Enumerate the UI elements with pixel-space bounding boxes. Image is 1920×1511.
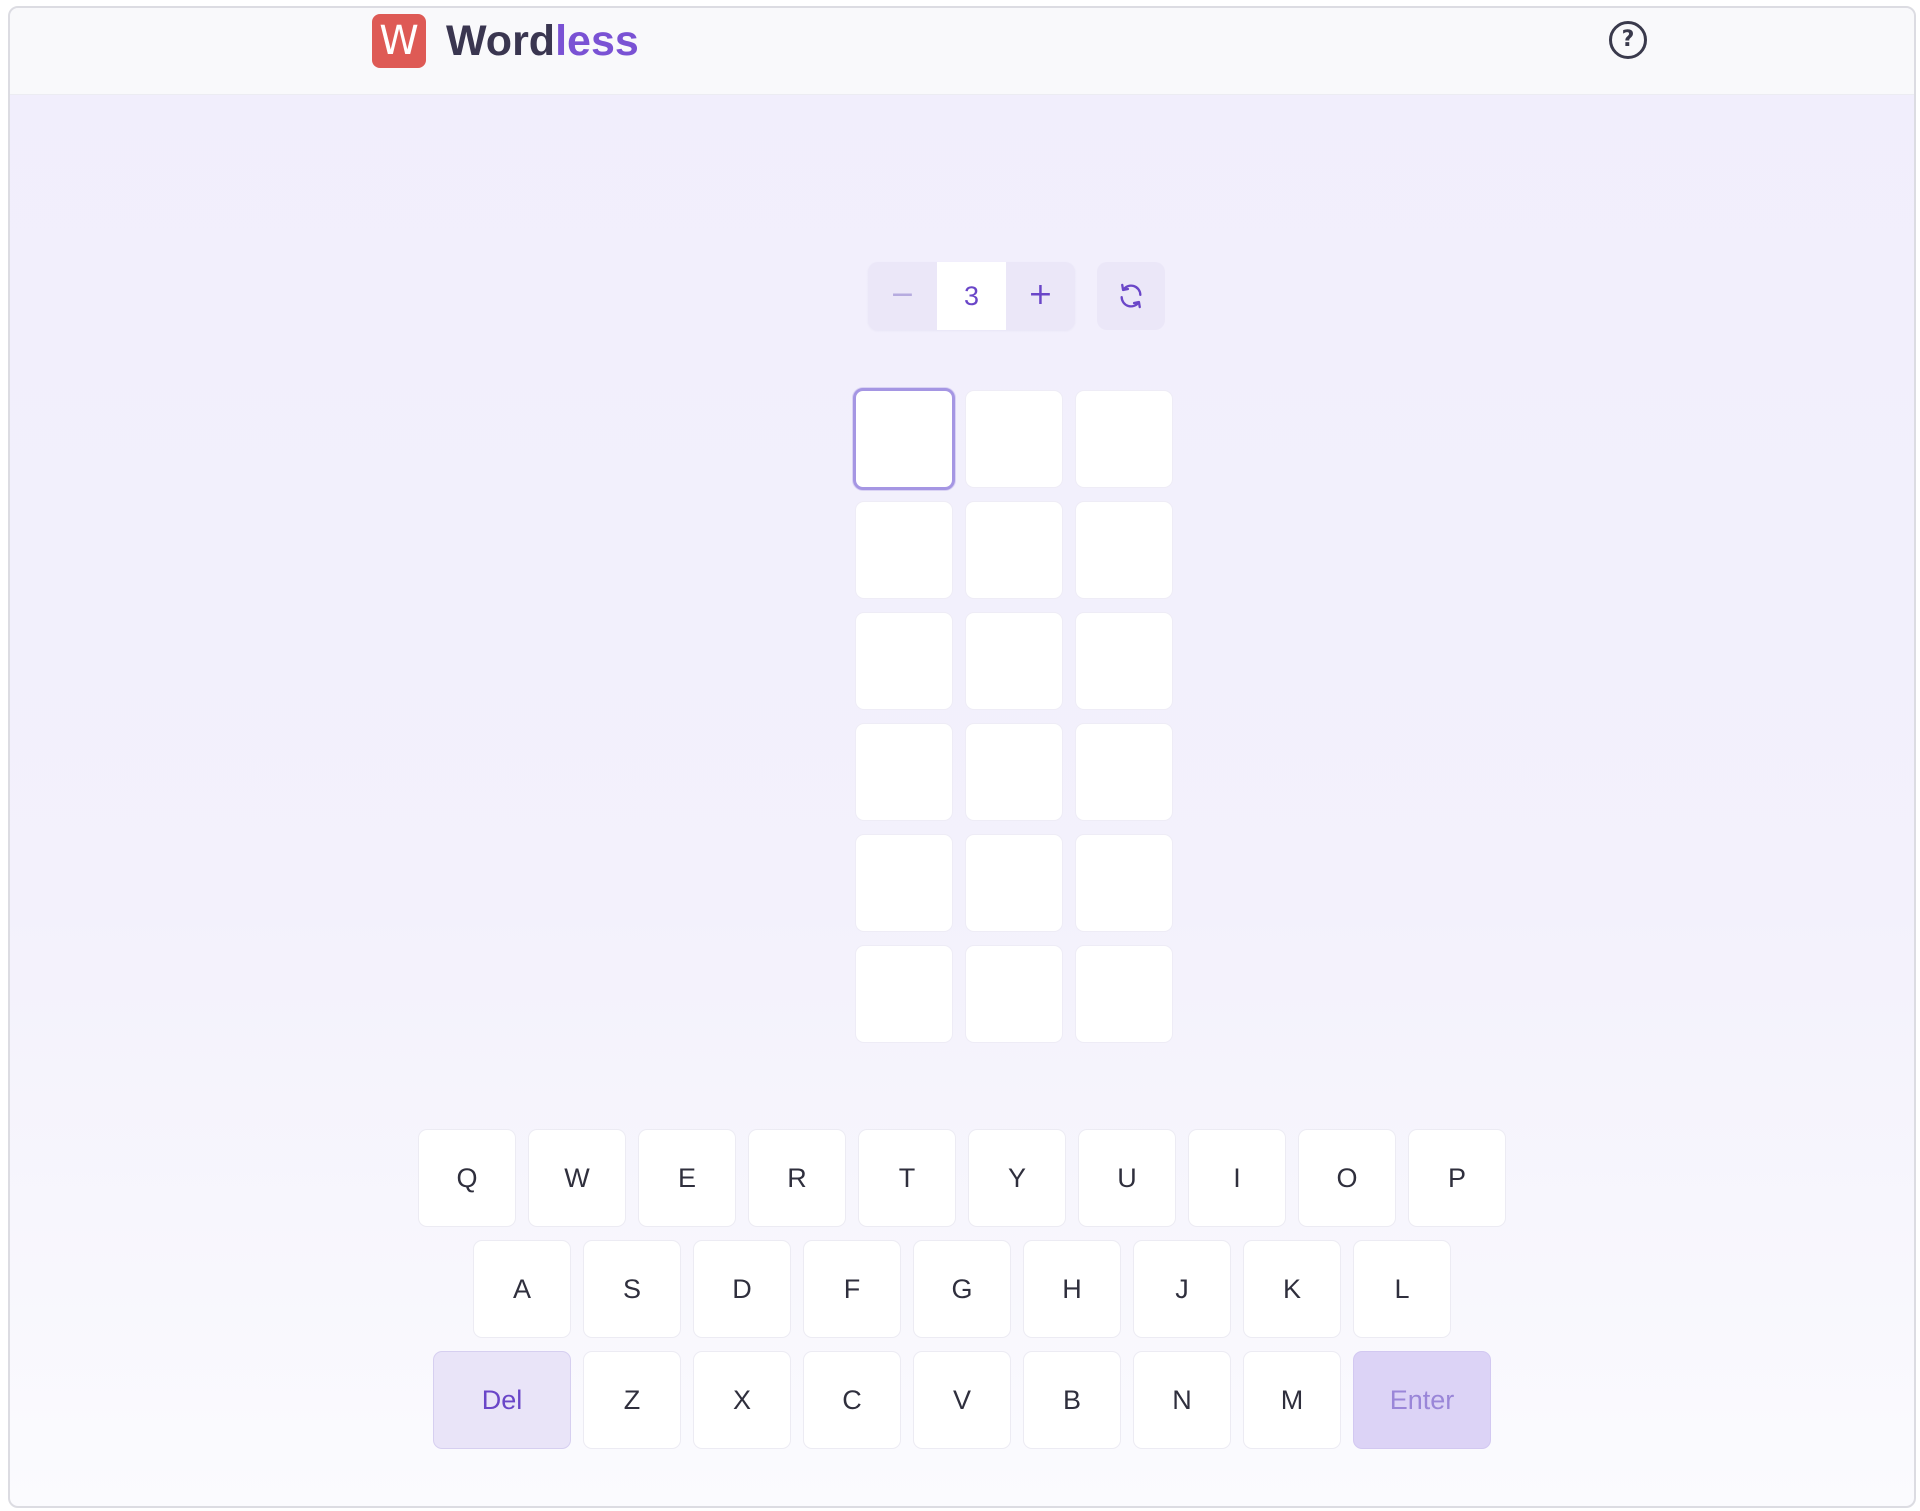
keyboard-row-2: ASDFGHJKL [10, 1241, 1914, 1337]
letter-cell[interactable] [1076, 946, 1172, 1042]
app-title-accent: less [555, 16, 639, 65]
key-i[interactable]: I [1189, 1130, 1285, 1226]
enter-key[interactable]: Enter [1354, 1352, 1490, 1448]
header-bar: W Wordless ? [10, 8, 1914, 95]
letter-cell[interactable] [966, 613, 1062, 709]
key-v[interactable]: V [914, 1352, 1010, 1448]
keyboard-row-3: Del ZXCVBNM Enter [10, 1352, 1914, 1448]
letter-cell[interactable] [966, 391, 1062, 487]
letter-cell[interactable] [1076, 835, 1172, 931]
key-w[interactable]: W [529, 1130, 625, 1226]
app-window: W Wordless ? − 3 + QWERTYUIOP ASDFGHJKL … [8, 6, 1916, 1508]
key-h[interactable]: H [1024, 1241, 1120, 1337]
key-d[interactable]: D [694, 1241, 790, 1337]
key-o[interactable]: O [1299, 1130, 1395, 1226]
letter-grid [853, 388, 1172, 1042]
letter-cell[interactable] [856, 946, 952, 1042]
key-c[interactable]: C [804, 1352, 900, 1448]
refresh-button[interactable] [1097, 262, 1165, 330]
word-length-value: 3 [937, 262, 1006, 330]
letter-cell[interactable] [853, 388, 955, 490]
logo[interactable]: W Wordless [372, 14, 639, 68]
delete-key[interactable]: Del [434, 1352, 570, 1448]
key-s[interactable]: S [584, 1241, 680, 1337]
letter-cell[interactable] [856, 724, 952, 820]
app-title-main: Word [446, 16, 556, 65]
key-q[interactable]: Q [419, 1130, 515, 1226]
key-u[interactable]: U [1079, 1130, 1175, 1226]
letter-cell[interactable] [966, 835, 1062, 931]
letter-cell[interactable] [966, 502, 1062, 598]
letter-cell[interactable] [856, 613, 952, 709]
key-z[interactable]: Z [584, 1352, 680, 1448]
letter-cell[interactable] [1076, 391, 1172, 487]
key-p[interactable]: P [1409, 1130, 1505, 1226]
key-y[interactable]: Y [969, 1130, 1065, 1226]
key-b[interactable]: B [1024, 1352, 1120, 1448]
key-l[interactable]: L [1354, 1241, 1450, 1337]
key-f[interactable]: F [804, 1241, 900, 1337]
key-a[interactable]: A [474, 1241, 570, 1337]
decrement-button[interactable]: − [868, 262, 937, 330]
key-g[interactable]: G [914, 1241, 1010, 1337]
key-e[interactable]: E [639, 1130, 735, 1226]
letter-cell[interactable] [966, 724, 1062, 820]
key-n[interactable]: N [1134, 1352, 1230, 1448]
key-j[interactable]: J [1134, 1241, 1230, 1337]
help-icon[interactable]: ? [1609, 21, 1647, 59]
letter-cell[interactable] [1076, 613, 1172, 709]
letter-cell[interactable] [856, 502, 952, 598]
app-title: Wordless [446, 17, 639, 66]
refresh-icon [1120, 283, 1142, 309]
letter-cell[interactable] [856, 835, 952, 931]
letter-cell[interactable] [1076, 502, 1172, 598]
letter-cell[interactable] [1076, 724, 1172, 820]
key-m[interactable]: M [1244, 1352, 1340, 1448]
word-length-stepper: − 3 + [868, 262, 1075, 330]
on-screen-keyboard: QWERTYUIOP ASDFGHJKL Del ZXCVBNM Enter [10, 1130, 1914, 1463]
keyboard-row-1: QWERTYUIOP [10, 1130, 1914, 1226]
key-k[interactable]: K [1244, 1241, 1340, 1337]
letter-cell[interactable] [966, 946, 1062, 1042]
key-r[interactable]: R [749, 1130, 845, 1226]
increment-button[interactable]: + [1006, 262, 1075, 330]
logo-tile: W [372, 14, 426, 68]
key-t[interactable]: T [859, 1130, 955, 1226]
key-x[interactable]: X [694, 1352, 790, 1448]
